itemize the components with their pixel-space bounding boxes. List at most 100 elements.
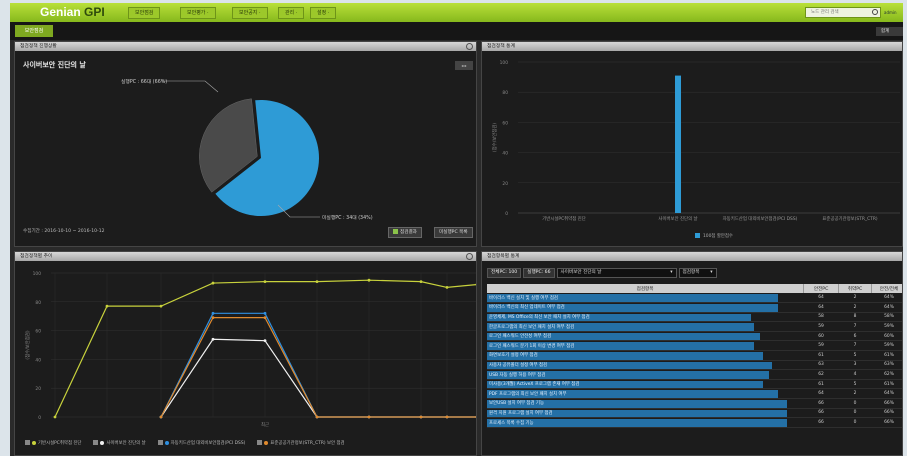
menu-settings[interactable]: 설정 · (310, 7, 337, 19)
table-row[interactable]: 한글프로그램의 최신 보안 패치 설치 여부 점검 59 7 59% (487, 321, 902, 332)
pie-label-line-run (161, 80, 219, 93)
data-point[interactable] (475, 416, 477, 419)
data-point[interactable] (159, 304, 163, 308)
data-point[interactable] (445, 286, 449, 289)
item-name: 운영체제, MS Office의 최신 보안 패치 설치 여부 점검 (489, 314, 590, 320)
series-line[interactable] (160, 338, 477, 418)
cell-vuln: 0 (838, 417, 872, 428)
table-row[interactable]: 미사용(3개월) ActiveX 프로그램 존재 여부 점검 61 5 61% (487, 379, 902, 390)
panel-item-stats: 점검항목별 통계 전체PC: 100 실행PC: 66 사이버보안 진단의 날 ▾ 점… (481, 251, 903, 456)
data-point[interactable] (263, 280, 267, 284)
cell-ratio: 61% (871, 379, 902, 390)
result-button[interactable]: 점검결과 (388, 227, 422, 238)
item-name: 바이러스 백신 설치 및 실행 여부 점검 (489, 295, 558, 301)
table-row[interactable]: 바이러스 백신의 최신 업데이트 여부 점검 64 2 64% (487, 302, 902, 313)
data-point[interactable] (263, 311, 267, 315)
table-row[interactable]: 원격 지원 프로그램 설치 여부 점검 66 0 66% (487, 408, 902, 419)
legend-item[interactable]: 기반시설PC취약점 진단 (25, 440, 81, 446)
data-point[interactable] (419, 280, 423, 284)
table-row[interactable]: PDF 프로그램의 최신 보안 패치 설치 여부 64 2 64% (487, 388, 902, 400)
policy-select-value: 사이버보안 진단의 날 (560, 270, 602, 275)
data-point[interactable] (211, 281, 215, 285)
data-point[interactable] (211, 316, 215, 320)
policy-select[interactable]: 사이버보안 진단의 날 ▾ (556, 268, 677, 278)
data-point[interactable] (367, 278, 371, 282)
menu-security-check[interactable]: 보안점검 (128, 7, 161, 19)
cell-vuln: 3 (838, 360, 872, 371)
col-header-safe[interactable]: 안전PC (803, 284, 840, 293)
table-row[interactable]: 바이러스 백신 설치 및 실행 여부 점검 64 2 64% (487, 293, 902, 304)
data-point[interactable] (315, 280, 319, 284)
menu-manage[interactable]: 관리 · (278, 7, 305, 19)
table-row[interactable]: 로그인 패스워드 분기 1회 이상 변경 여부 점검 59 7 59% (487, 340, 902, 352)
data-point[interactable] (445, 415, 449, 419)
col-header-ratio[interactable]: 안전/전체 (871, 284, 902, 293)
collection-period: 수집기간 : 2016-10-10 ~ 2016-10-12 (23, 229, 105, 234)
cell-vuln: 7 (838, 340, 872, 352)
legend-item[interactable]: 사이버보안 진단의 날 (93, 440, 146, 446)
bar[interactable] (675, 75, 681, 213)
table-row[interactable]: 운영체제, MS Office의 최신 보안 패치 설치 여부 점검 58 8 58% (487, 312, 902, 323)
logo-accent: GPI (84, 5, 105, 19)
data-point[interactable] (475, 283, 477, 286)
table-row[interactable]: USB 자동 실행 허용 여부 점검 62 4 62% (487, 369, 902, 380)
missing-pc-list-button[interactable]: 미실행PC 목록 (434, 227, 473, 238)
menu-security-eval[interactable]: 보안평가 · (180, 7, 216, 19)
cell-ratio: 64% (871, 388, 902, 400)
table-row[interactable]: 로그인 패스워드 안전성 여부 점검 60 6 60% (487, 331, 902, 342)
cell-item: 바이러스 백신의 최신 업데이트 여부 점검 (487, 302, 804, 313)
data-point[interactable] (105, 304, 109, 308)
run-pc-badge: 실행PC: 66 (523, 268, 555, 278)
table-row[interactable]: 사용자 공유폴더 설정 여부 점검 63 3 63% (487, 360, 902, 371)
legend-label: 자동키드산업 대외비보안점검(PCI DSS) (170, 441, 246, 446)
y-tick-label: 20 (502, 181, 508, 187)
tab-security-check[interactable]: 보안점검 (15, 25, 53, 37)
legend-label: 100점 할만점수 (703, 234, 733, 239)
line-chart: 0 20 40 60 80 100 (점수/보안점검) 최근 (24, 271, 477, 428)
total-button[interactable]: 합계 (876, 27, 903, 36)
legend-swatch (695, 233, 700, 238)
result-button-label: 점검결과 (400, 230, 417, 235)
panel-policy-stats: 점검정책 통계 0 20 40 60 80 100 (점수/보안점검) 기반시설PC취약점 진… (481, 41, 903, 247)
pie-chart: 실행PC : 66대 (66%) 미실행PC : 34대 (34%) (121, 78, 373, 221)
checkbox-icon[interactable] (257, 440, 263, 445)
item-name: 로그인 패스워드 안전성 여부 점검 (489, 334, 552, 340)
data-point[interactable] (315, 415, 319, 419)
logo[interactable]: Genian GPI (40, 5, 105, 19)
y-tick-label: 100 (33, 271, 42, 277)
legend-item[interactable]: 표준공공기관정보(STR_CTR) 보안 점검 (257, 440, 345, 446)
checkbox-icon[interactable] (157, 440, 163, 445)
data-point[interactable] (367, 415, 371, 419)
menu-security-notice[interactable]: 보안공지 · (232, 7, 268, 19)
legend-swatch (32, 441, 36, 445)
table-row[interactable]: 보안USB 설치 여부 점검 기능 66 0 66% (487, 398, 902, 409)
col-header-item[interactable]: 점검항목 (487, 284, 805, 293)
data-point[interactable] (263, 316, 267, 320)
data-point[interactable] (53, 415, 57, 419)
user-label[interactable]: admin (884, 10, 897, 15)
data-point[interactable] (211, 311, 215, 315)
search-input[interactable]: 노드 관리 검색 (805, 7, 881, 18)
data-point[interactable] (419, 415, 423, 419)
bar-legend: 100점 할만점수 (695, 233, 733, 239)
series-line[interactable] (54, 279, 477, 418)
legend-swatch (100, 441, 105, 445)
series-line[interactable] (160, 317, 477, 418)
cell-safe: 64 (803, 293, 839, 304)
y-tick-label: 0 (505, 211, 508, 217)
checkbox-icon[interactable] (93, 440, 99, 445)
cell-vuln: 2 (838, 302, 872, 313)
data-point[interactable] (159, 415, 163, 419)
x-tick-label: 자동키드산업 대외비보안점검(PCI DSS) (723, 215, 798, 222)
table-row[interactable]: 프로세스 목록 수집 기능 66 0 66% (487, 417, 902, 428)
legend-item[interactable]: 자동키드산업 대외비보안점검(PCI DSS) (157, 440, 246, 446)
series-line[interactable] (160, 312, 477, 418)
col-header-vuln[interactable]: 취약PC (838, 284, 872, 293)
cell-vuln: 5 (838, 379, 872, 390)
data-point[interactable] (211, 337, 215, 341)
search-icon[interactable] (872, 9, 878, 15)
data-point[interactable] (263, 339, 267, 343)
item-select[interactable]: 점검항목 ▾ (678, 268, 717, 278)
table-row[interactable]: 화면보호기 설정 여부 점검 61 5 61% (487, 350, 902, 361)
checkbox-icon[interactable] (25, 440, 30, 445)
